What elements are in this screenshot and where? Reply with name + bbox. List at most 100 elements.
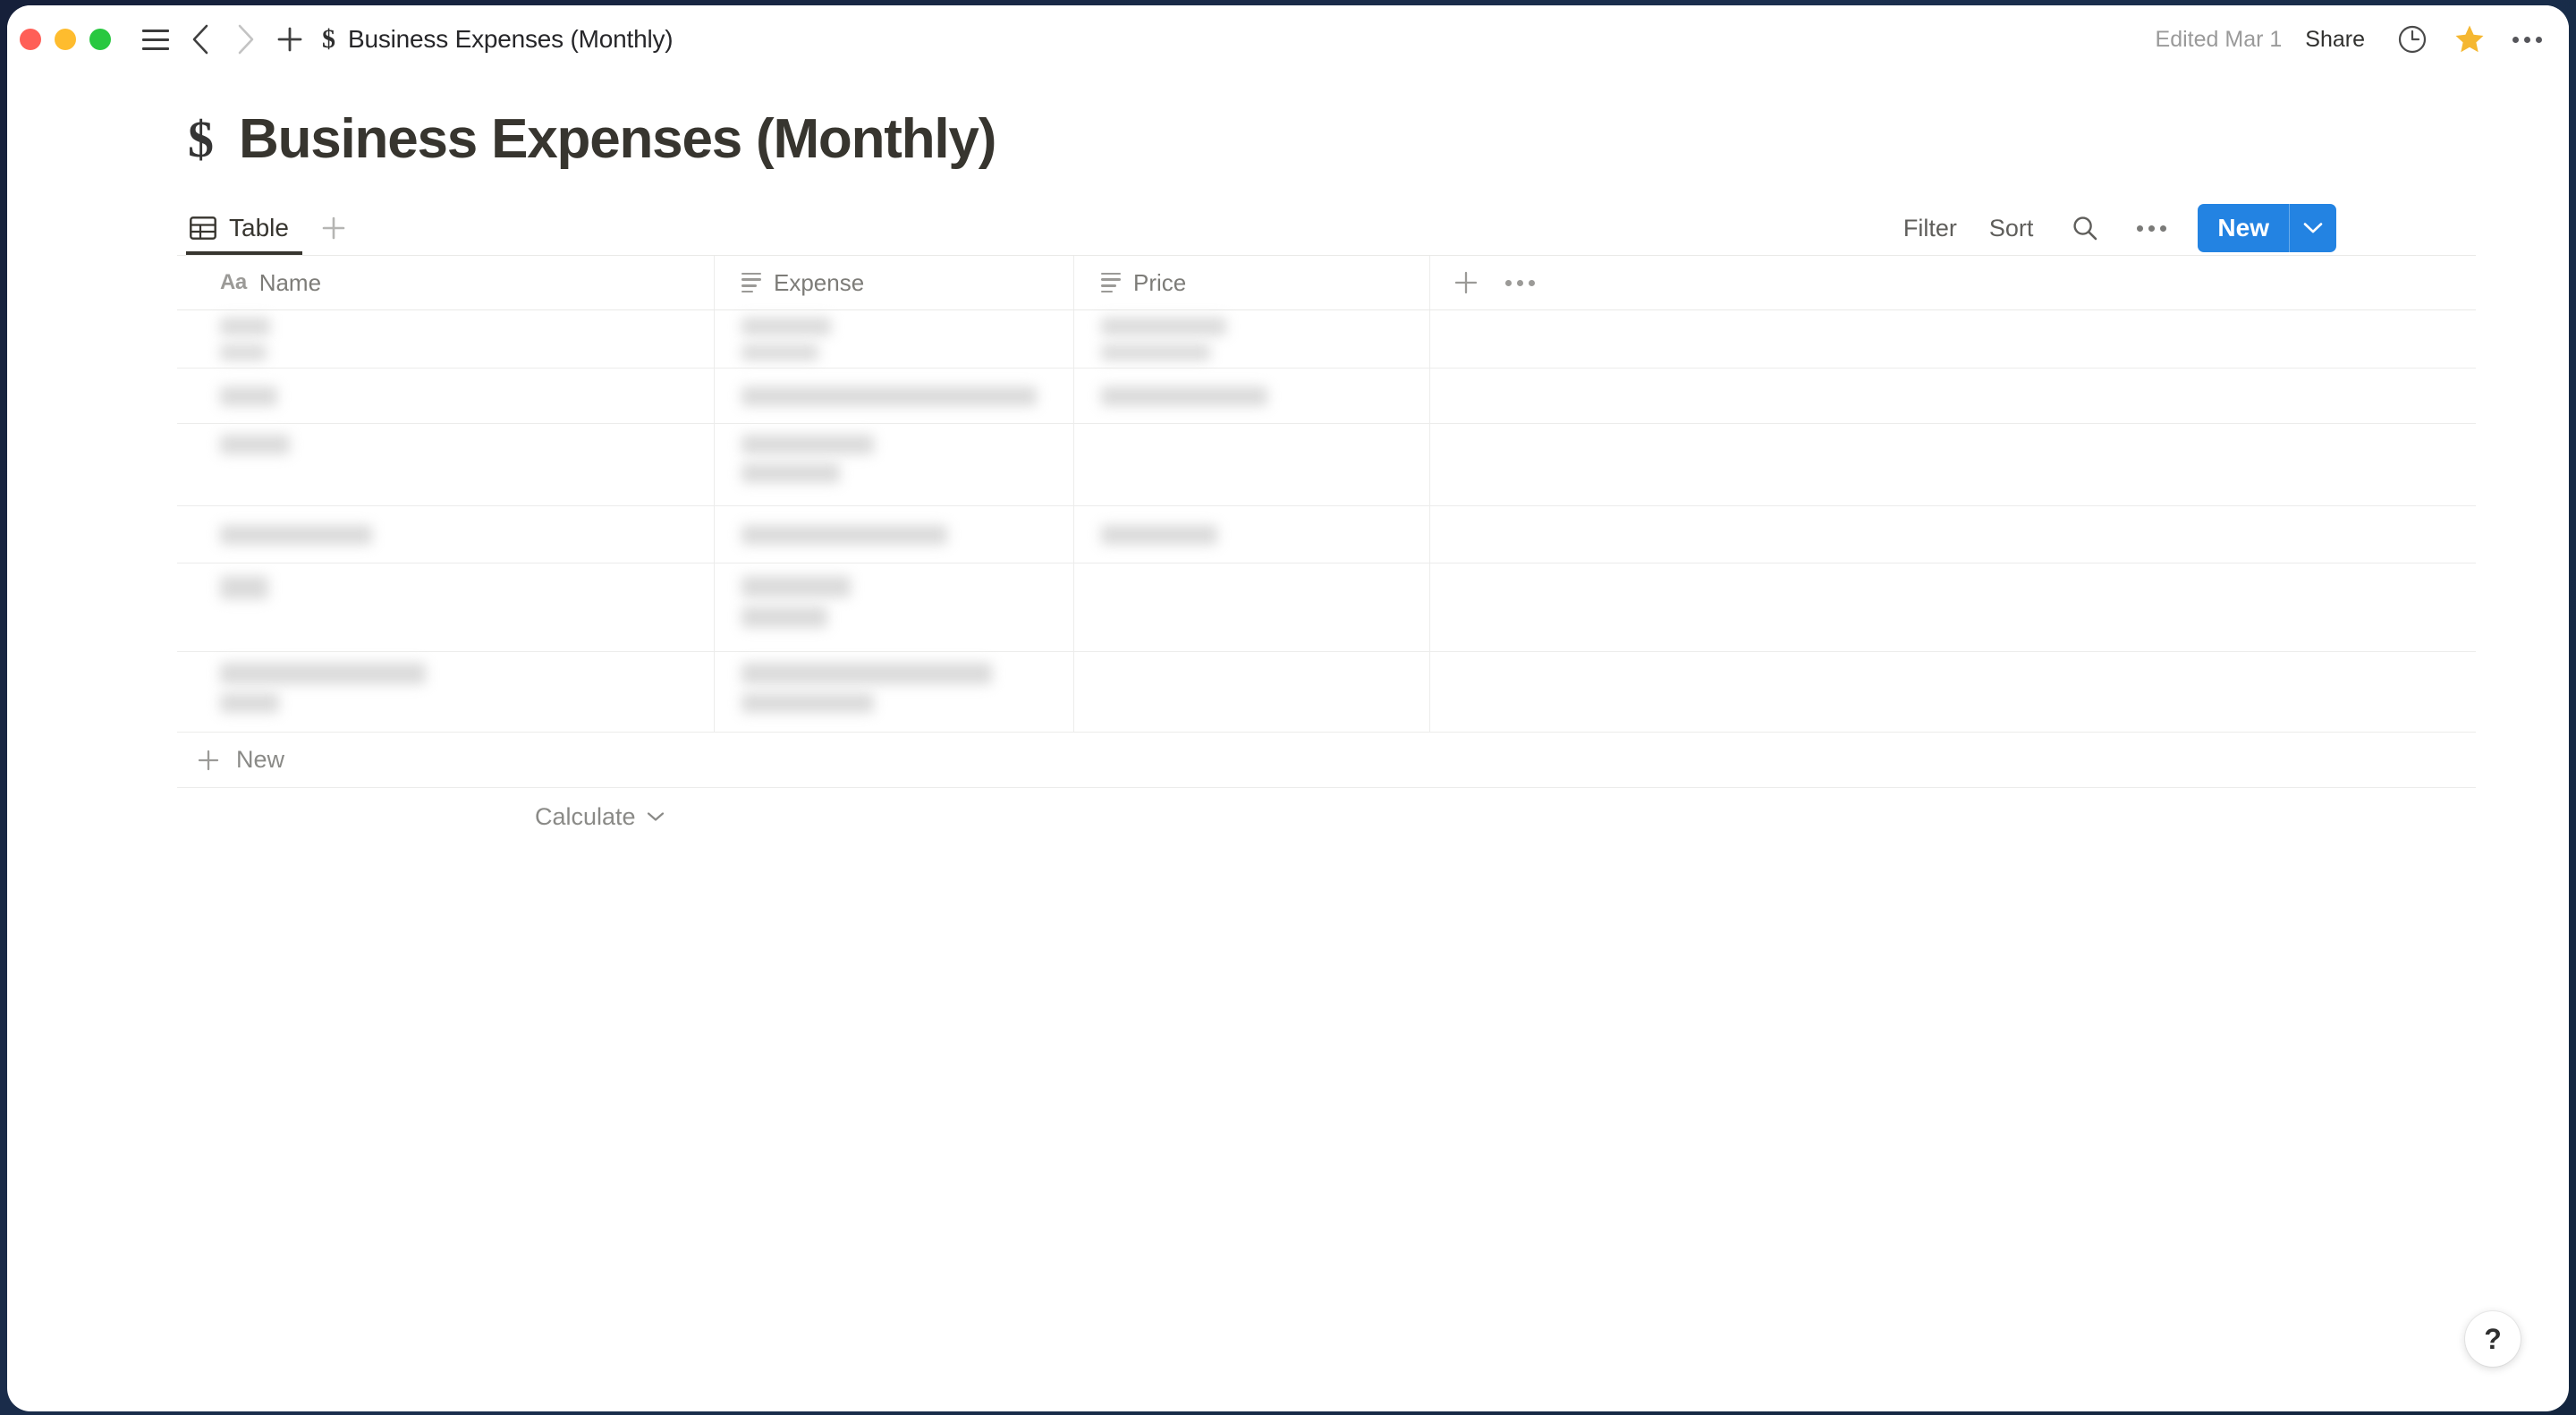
dollar-icon: $ <box>322 24 335 54</box>
window-controls <box>20 29 111 50</box>
redacted-content <box>220 576 268 599</box>
row-cell-expense[interactable] <box>714 506 1073 563</box>
column-header-name-label: Name <box>258 268 322 296</box>
redacted-content <box>1101 524 1217 545</box>
table-row[interactable] <box>177 424 2476 506</box>
dollar-icon[interactable]: $ <box>188 109 214 169</box>
text-lines-icon <box>1101 272 1121 293</box>
ellipsis-icon[interactable] <box>2131 208 2171 248</box>
page-title[interactable]: Business Expenses (Monthly) <box>239 107 996 171</box>
calculate-label: Calculate <box>535 802 636 830</box>
row-cell-expense[interactable] <box>714 369 1073 423</box>
redacted-content <box>741 524 947 545</box>
row-cell-price[interactable] <box>1073 563 1429 651</box>
row-cell-expense[interactable] <box>714 563 1073 651</box>
row-cell-empty <box>1429 369 2476 423</box>
row-cell-name[interactable] <box>177 506 714 563</box>
titlebar-actions: Edited Mar 1 Share <box>2156 19 2569 60</box>
new-button-label: New <box>2217 214 2269 241</box>
table-row[interactable] <box>177 310 2476 369</box>
share-button[interactable]: Share <box>2305 27 2365 53</box>
row-cell-price[interactable] <box>1073 652 1429 732</box>
ellipsis-icon[interactable] <box>2506 19 2547 60</box>
text-lines-icon <box>741 272 761 293</box>
row-cell-price[interactable] <box>1073 369 1429 423</box>
redacted-content <box>220 663 426 713</box>
redacted-content <box>741 318 831 360</box>
row-cell-empty <box>1429 310 2476 368</box>
title-bar: $ Business Expenses (Monthly) Edited Mar… <box>7 5 2569 73</box>
titlebar-page-title[interactable]: Business Expenses (Monthly) <box>348 25 674 54</box>
row-cell-name[interactable] <box>177 369 714 423</box>
column-header-price-label: Price <box>1133 268 1187 296</box>
column-header-expense[interactable]: Expense <box>714 256 1073 309</box>
maximize-window-button[interactable] <box>89 29 111 50</box>
hamburger-icon[interactable] <box>138 21 174 57</box>
row-cell-empty <box>1429 506 2476 563</box>
filter-button[interactable]: Filter <box>1903 215 1957 242</box>
redacted-content <box>220 318 270 360</box>
column-header-name[interactable]: Aa Name <box>177 256 714 309</box>
app-window: $ Business Expenses (Monthly) Edited Mar… <box>7 5 2569 1411</box>
redacted-content <box>741 663 992 713</box>
row-cell-expense[interactable] <box>714 424 1073 505</box>
column-header-price[interactable]: Price <box>1073 256 1429 309</box>
row-cell-empty <box>1429 652 2476 732</box>
row-cell-empty <box>1429 563 2476 651</box>
chevron-left-icon[interactable] <box>182 21 218 57</box>
add-new-row-button[interactable]: New <box>177 733 2476 788</box>
column-header-actions <box>1429 256 2476 309</box>
help-button[interactable]: ? <box>2465 1311 2521 1367</box>
row-cell-name[interactable] <box>177 652 714 732</box>
table-row[interactable] <box>177 563 2476 652</box>
database-toolbar: Table Filter Sort New <box>7 201 2569 255</box>
calculate-button[interactable]: Calculate <box>535 803 665 831</box>
star-icon[interactable] <box>2449 19 2490 60</box>
redacted-content <box>1101 386 1267 406</box>
new-button[interactable]: New <box>2198 204 2336 252</box>
row-cell-name[interactable] <box>177 310 714 368</box>
close-window-button[interactable] <box>20 29 41 50</box>
table-icon <box>190 216 216 241</box>
table-row[interactable] <box>177 369 2476 424</box>
view-actions: Filter Sort New <box>1903 204 2336 252</box>
calculate-row: Calculate <box>177 788 2476 845</box>
aa-text-icon: Aa <box>220 270 247 294</box>
redacted-content <box>220 524 372 545</box>
row-cell-name[interactable] <box>177 563 714 651</box>
page-header: $ Business Expenses (Monthly) <box>7 107 2569 171</box>
redacted-content <box>741 576 851 628</box>
row-cell-expense[interactable] <box>714 310 1073 368</box>
row-cell-price[interactable] <box>1073 424 1429 505</box>
tab-table[interactable]: Table <box>186 202 292 254</box>
minimize-window-button[interactable] <box>55 29 76 50</box>
redacted-content <box>741 386 1037 406</box>
plus-icon <box>197 749 220 772</box>
redacted-content <box>1101 318 1226 360</box>
row-cell-empty <box>1429 424 2476 505</box>
row-cell-price[interactable] <box>1073 506 1429 563</box>
row-cell-name[interactable] <box>177 424 714 505</box>
chevron-right-icon[interactable] <box>227 21 263 57</box>
search-icon[interactable] <box>2065 208 2105 248</box>
sort-button[interactable]: Sort <box>1989 215 2034 242</box>
row-cell-expense[interactable] <box>714 652 1073 732</box>
table-row[interactable] <box>177 652 2476 733</box>
table-header-row: Aa Name Expense Price <box>177 256 2476 310</box>
last-edited-text: Edited Mar 1 <box>2155 26 2283 52</box>
table-options-icon[interactable] <box>1505 279 1535 286</box>
add-column-button[interactable] <box>1453 270 1479 295</box>
redacted-content <box>220 435 290 454</box>
chevron-down-icon <box>647 811 665 822</box>
table-row[interactable] <box>177 506 2476 563</box>
add-view-button[interactable] <box>316 210 352 246</box>
database-table: Aa Name Expense Price New Calculate <box>177 255 2476 845</box>
tab-table-label: Table <box>229 214 289 241</box>
row-cell-price[interactable] <box>1073 310 1429 368</box>
redacted-content <box>741 435 874 483</box>
plus-icon[interactable] <box>272 21 308 57</box>
chevron-down-icon[interactable] <box>2290 204 2336 252</box>
page-content: $ Business Expenses (Monthly) Table Filt… <box>7 107 2569 845</box>
active-tab-underline <box>186 251 302 255</box>
clock-icon[interactable] <box>2392 19 2433 60</box>
